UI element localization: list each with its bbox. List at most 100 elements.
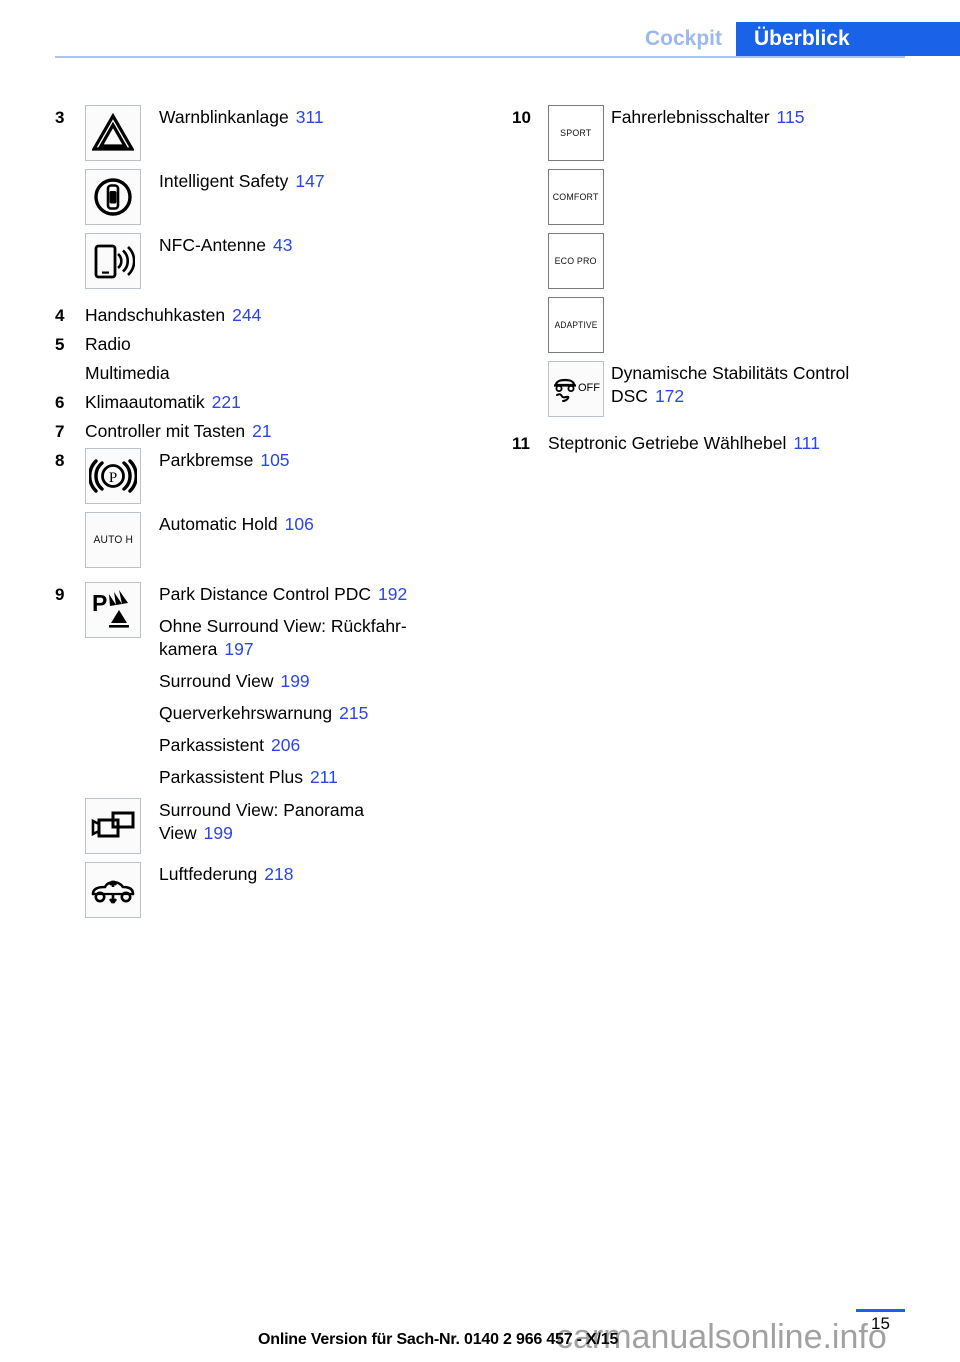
icon-cell (85, 169, 159, 225)
item-text: Dynamische Stabilitäts Control DSC 172 (611, 361, 932, 408)
page-reference[interactable]: 221 (212, 392, 241, 412)
page-header: Cockpit Überblick (0, 0, 960, 58)
sub-item: Ohne Surround View: Rückfahr- (159, 615, 475, 638)
park-distance-control-icon: P (85, 582, 141, 638)
list-item: NFC-Antenne 43 (55, 233, 475, 289)
item-number (55, 361, 85, 363)
icon-cell (85, 233, 159, 289)
hazard-warning-triangle-icon (85, 105, 141, 161)
item-number (512, 361, 548, 363)
sub-item: Querverkehrswarnung 215 (159, 702, 475, 725)
list-item: 5 Radio (55, 332, 475, 356)
item-label: Warnblinkanlage (159, 107, 289, 127)
page-reference[interactable]: 311 (296, 107, 324, 127)
item-text: Radio (85, 332, 475, 356)
icon-cell: OFF (548, 361, 611, 417)
item-text: Multimedia (85, 361, 475, 385)
nfc-antenna-icon (85, 233, 141, 289)
site-watermark: carmanualsonline.info (556, 1318, 887, 1356)
page-reference[interactable]: 199 (280, 671, 309, 691)
item-label-cont: View (159, 823, 197, 843)
sub-item-label: Querverkehrswarnung (159, 703, 333, 723)
item-label: Handschuhkasten (85, 305, 226, 325)
sub-item-label: Parkassistent Plus (159, 767, 303, 787)
item-number (512, 233, 548, 235)
svg-text:P: P (109, 470, 117, 486)
page-reference[interactable]: 106 (285, 514, 314, 534)
item-label: Radio (85, 334, 131, 354)
intelligent-safety-icon (85, 169, 141, 225)
icon-cell: COMFORT (548, 169, 611, 225)
sub-item-continuation: kamera 197 (159, 638, 475, 661)
page-reference[interactable]: 199 (204, 823, 233, 843)
breadcrumb-section-ueberblick[interactable]: Überblick (736, 22, 960, 56)
page-reference[interactable]: 147 (295, 171, 324, 191)
parking-brake-icon: P (85, 448, 141, 504)
icon-cell (85, 862, 159, 918)
list-item: COMFORT (512, 169, 932, 225)
item-text: Handschuhkasten 244 (85, 303, 475, 327)
icon-cell: ECO PRO (548, 233, 611, 289)
page-reference[interactable]: 105 (260, 450, 289, 470)
footer-divider (856, 1309, 905, 1312)
item-text: Park Distance Control PDC 192 Ohne Surrou… (159, 582, 475, 789)
item-label: Park Distance Control PDC (159, 584, 372, 604)
item-label: Surround View: Panorama (159, 800, 364, 820)
surround-view-camera-icon (85, 798, 141, 854)
item-number: 4 (55, 306, 65, 325)
list-item: 7 Controller mit Tasten 21 (55, 419, 475, 443)
page-reference[interactable]: 172 (655, 386, 684, 406)
page-reference[interactable]: 192 (378, 584, 407, 604)
item-text: Surround View: Panorama View 199 (159, 798, 475, 845)
item-label: Automatic Hold (159, 514, 278, 534)
page-reference[interactable]: 244 (232, 305, 261, 325)
comfort-mode-icon: COMFORT (548, 169, 604, 225)
icon-cell (85, 798, 159, 854)
icon-cell: AUTO H (85, 512, 159, 568)
item-number (512, 169, 548, 171)
list-item: 9 P Park Distance Control PDC 192 Ohne Su… (55, 582, 475, 789)
svg-text:OFF: OFF (578, 382, 600, 394)
comfort-mode-label: COMFORT (553, 191, 599, 203)
right-column: 10 SPORT Fahrerlebnisschalter 115 COMFORT… (512, 105, 932, 455)
item-number: 3 (55, 108, 65, 127)
list-item: Intelligent Safety 147 (55, 169, 475, 225)
left-column: 3 Warnblinkanlage 311 Intelligent Safety… (55, 105, 475, 918)
item-text: Klimaautomatik 221 (85, 390, 475, 414)
item-label: NFC-Antenne (159, 235, 266, 255)
item-number (55, 798, 85, 800)
item-number (55, 862, 85, 864)
item-number (512, 297, 548, 299)
page-reference[interactable]: 43 (273, 235, 292, 255)
page-reference[interactable]: 115 (777, 107, 805, 127)
adaptive-mode-label: ADAPTIVE (554, 320, 598, 330)
sub-item-label-cont: kamera (159, 639, 218, 659)
item-label: Dynamische Stabilitäts Control (611, 363, 850, 383)
list-item: AUTO H Automatic Hold 106 (55, 512, 475, 568)
breadcrumb-section-cockpit[interactable]: Cockpit (645, 22, 736, 56)
page-reference[interactable]: 111 (793, 433, 820, 453)
page-reference[interactable]: 218 (264, 864, 293, 884)
list-item: OFF Dynamische Stabilitäts Control DSC 17… (512, 361, 932, 417)
list-item: ADAPTIVE (512, 297, 932, 353)
item-label: Luftfederung (159, 864, 258, 884)
page-reference[interactable]: 206 (271, 735, 300, 755)
page-reference[interactable]: 21 (252, 421, 271, 441)
item-label: Fahrerlebnisschalter (611, 107, 770, 127)
page-reference[interactable]: 211 (310, 767, 338, 787)
item-number (55, 233, 85, 235)
svg-text:P: P (92, 590, 107, 616)
item-number: 8 (55, 451, 65, 470)
item-number: 11 (512, 434, 530, 453)
page-reference[interactable]: 215 (339, 703, 368, 723)
page-reference[interactable]: 197 (224, 639, 253, 659)
adaptive-mode-icon: ADAPTIVE (548, 297, 604, 353)
list-item: Multimedia (55, 361, 475, 385)
item-text (611, 169, 932, 170)
item-label: Parkbremse (159, 450, 254, 470)
icon-cell: SPORT (548, 105, 611, 161)
list-item: Surround View: Panorama View 199 (55, 798, 475, 854)
list-item: 3 Warnblinkanlage 311 (55, 105, 475, 161)
sport-mode-label: SPORT (560, 127, 592, 139)
item-label: Multimedia (85, 363, 170, 383)
